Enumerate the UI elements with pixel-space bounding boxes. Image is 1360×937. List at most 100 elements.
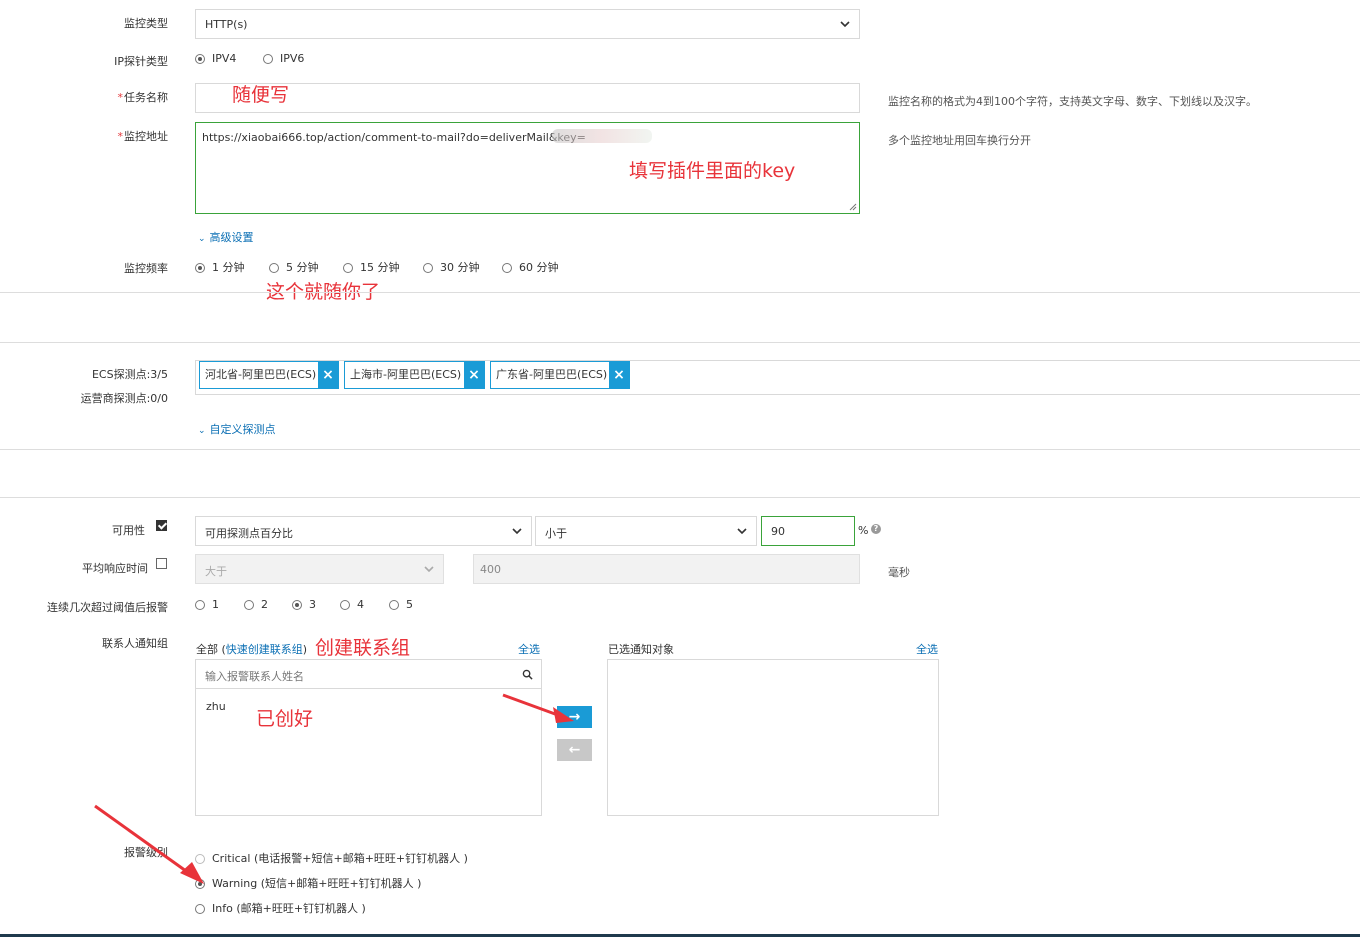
select-all-right-link[interactable]: 全选: [916, 641, 938, 657]
required-mark: *: [117, 130, 124, 143]
availability-checkbox[interactable]: [156, 520, 167, 531]
probe-tag-label: 河北省-阿里巴巴(ECS): [205, 368, 317, 381]
consecutive-radio-5[interactable]: 5: [389, 598, 413, 611]
radio-icon: [195, 904, 205, 914]
alert-level-info-radio[interactable]: Info (邮箱+旺旺+钉钉机器人 ): [195, 900, 366, 916]
move-left-button[interactable]: ←: [557, 739, 592, 761]
probe-tag: 广东省-阿里巴巴(ECS) ×: [490, 361, 630, 389]
avg-response-value: 400: [480, 563, 501, 576]
availability-value: 90: [771, 525, 785, 538]
radio-icon: [244, 600, 254, 610]
section-divider: [0, 497, 1360, 498]
avg-response-value-input[interactable]: 400: [473, 554, 860, 584]
radio-icon: [195, 600, 205, 610]
alert-option-desc: (电话报警+短信+邮箱+旺旺+钉钉机器人 ): [253, 852, 468, 865]
consecutive-option-label: 4: [357, 598, 364, 611]
radio-icon: [269, 263, 279, 273]
frequency-radio-15[interactable]: 15 分钟: [343, 259, 400, 275]
task-name-hint: 监控名称的格式为4到100个字符，支持英文字母、数字、下划线以及汉字。: [888, 95, 1257, 108]
monitor-type-select[interactable]: HTTP(s): [195, 9, 860, 39]
ipv4-label: IPV4: [212, 52, 237, 65]
monitor-type-value: HTTP(s): [205, 18, 248, 31]
chevron-down-icon: ⌄: [198, 426, 206, 436]
close-icon[interactable]: ×: [464, 362, 484, 388]
move-right-button[interactable]: →: [557, 706, 592, 728]
availability-metric-select[interactable]: 可用探测点百分比: [195, 516, 532, 546]
monitor-url-hint: 多个监控地址用回车换行分开: [888, 134, 1031, 147]
redacted-key-blur: [552, 129, 652, 143]
radio-checked-icon: [195, 263, 205, 273]
chevron-down-icon: [737, 528, 747, 535]
close-icon[interactable]: ×: [609, 362, 629, 388]
chevron-down-icon: [512, 528, 522, 535]
contacts-all-header: 全部 (快速创建联系组): [196, 641, 307, 657]
resize-handle-icon[interactable]: [849, 203, 857, 211]
ip-probe-label: IP探针类型: [114, 55, 168, 68]
section-divider: [0, 292, 1360, 293]
availability-value-input[interactable]: 90: [761, 516, 855, 546]
consecutive-option-label: 3: [309, 598, 316, 611]
custom-probe-link[interactable]: ⌄ 自定义探测点: [198, 421, 276, 437]
frequency-radio-30[interactable]: 30 分钟: [423, 259, 480, 275]
advanced-settings-label: 高级设置: [209, 231, 254, 244]
task-name-label: *任务名称: [0, 89, 169, 105]
radio-icon: [423, 263, 433, 273]
create-group-annotation: 创建联系组: [315, 637, 411, 659]
alert-level-warning-radio[interactable]: Warning (短信+邮箱+旺旺+钉钉机器人 ): [195, 875, 421, 891]
frequency-option-label: 1 分钟: [212, 261, 245, 274]
radio-icon: [389, 600, 399, 610]
frequency-radio-60[interactable]: 60 分钟: [502, 259, 559, 275]
alert-level-critical-radio[interactable]: Critical (电话报警+短信+邮箱+旺旺+钉钉机器人 ): [195, 850, 468, 866]
search-icon[interactable]: [522, 669, 533, 680]
monitor-url-annotation: 填写插件里面的key: [629, 160, 796, 182]
consecutive-option-label: 1: [212, 598, 219, 611]
quick-create-group-link[interactable]: 快速创建联系组: [226, 643, 303, 656]
consecutive-radio-4[interactable]: 4: [340, 598, 364, 611]
task-name-label-text: 任务名称: [124, 91, 168, 104]
radio-icon: [195, 854, 205, 864]
contacts-selected-list[interactable]: [607, 659, 939, 816]
frequency-radio-1[interactable]: 1 分钟: [195, 259, 245, 275]
consecutive-option-label: 2: [261, 598, 268, 611]
radio-checked-icon: [195, 879, 205, 889]
alert-option-name: Critical: [212, 852, 251, 865]
radio-icon: [502, 263, 512, 273]
radio-checked-icon: [292, 600, 302, 610]
help-icon[interactable]: ?: [871, 524, 881, 534]
ip-probe-ipv6-radio[interactable]: IPV6: [263, 52, 304, 65]
consecutive-option-label: 5: [406, 598, 413, 611]
avg-response-checkbox[interactable]: [156, 558, 167, 569]
probe-tag: 上海市-阿里巴巴(ECS) ×: [344, 361, 485, 389]
contact-list-item[interactable]: zhu: [206, 700, 226, 713]
frequency-radio-5[interactable]: 5 分钟: [269, 259, 319, 275]
consecutive-radio-3[interactable]: 3: [292, 598, 316, 611]
avg-response-operator-value: 大于: [205, 565, 227, 578]
task-name-annotation: 随便写: [232, 84, 290, 106]
ecs-probe-label: ECS探测点:3/5: [91, 368, 168, 381]
close-icon[interactable]: ×: [318, 362, 338, 388]
percent-unit: %: [858, 524, 869, 537]
frequency-label: 监控频率: [124, 262, 168, 275]
section-divider: [0, 342, 1360, 343]
alert-option-name: Warning: [212, 877, 258, 890]
avg-response-operator-select[interactable]: 大于: [195, 554, 444, 584]
avg-response-label: 平均响应时间: [82, 562, 148, 575]
ip-probe-ipv4-radio[interactable]: IPV4: [195, 52, 236, 65]
alert-option-name: Info: [212, 902, 233, 915]
select-all-left-link[interactable]: 全选: [518, 641, 540, 657]
contacts-available-list[interactable]: zhu: [195, 689, 542, 816]
advanced-settings-link[interactable]: ⌄ 高级设置: [198, 229, 254, 245]
consecutive-radio-1[interactable]: 1: [195, 598, 219, 611]
task-name-input[interactable]: [195, 83, 860, 113]
ipv6-label: IPV6: [280, 52, 305, 65]
custom-probe-label: 自定义探测点: [209, 423, 276, 436]
required-mark: *: [117, 91, 124, 104]
consecutive-radio-2[interactable]: 2: [244, 598, 268, 611]
contacts-search-input[interactable]: 输入报警联系人姓名: [195, 659, 542, 689]
isp-probe-label: 运营商探测点:0/0: [80, 392, 168, 405]
availability-operator-select[interactable]: 小于: [535, 516, 757, 546]
chevron-down-icon: ⌄: [198, 234, 206, 244]
contacts-label: 联系人通知组: [102, 637, 168, 650]
consecutive-label: 连续几次超过阈值后报警: [47, 601, 168, 614]
monitor-type-label: 监控类型: [124, 17, 168, 30]
